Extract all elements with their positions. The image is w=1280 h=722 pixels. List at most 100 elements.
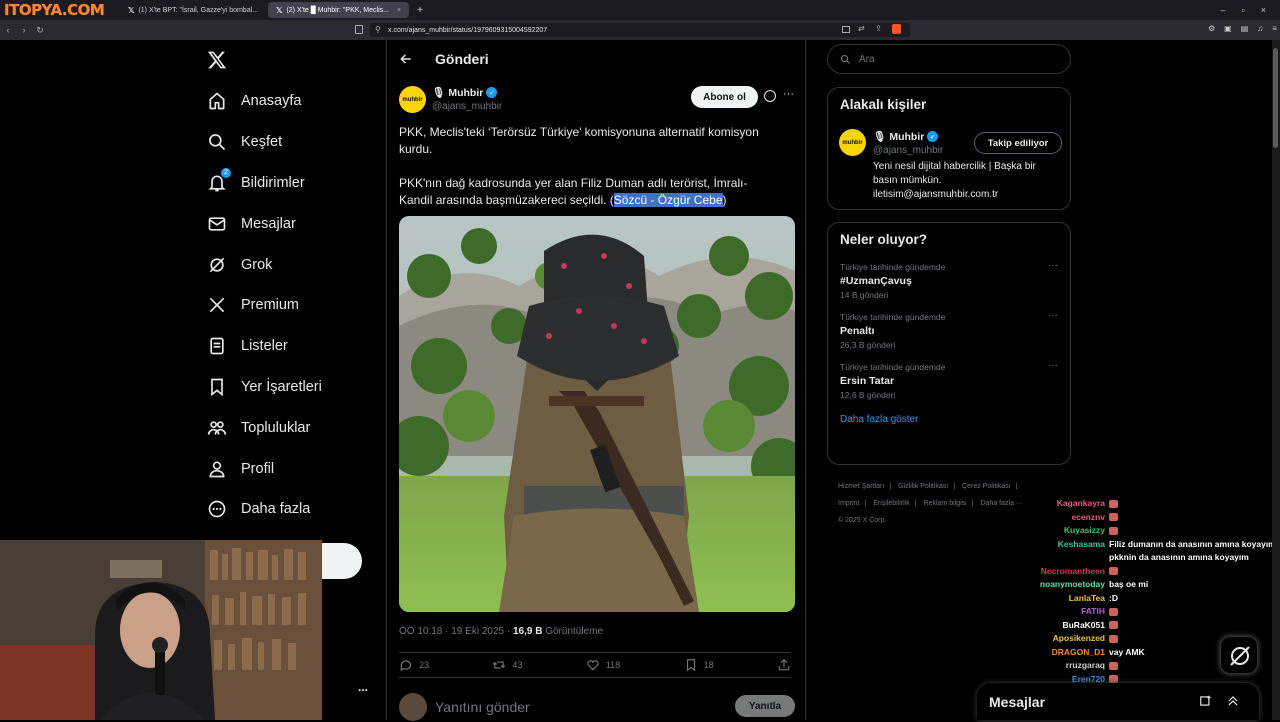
new-message-icon[interactable] <box>1199 694 1213 708</box>
chat-text: baş oe mi <box>1109 578 1280 592</box>
tweet-photo[interactable] <box>399 216 795 612</box>
nav-explore[interactable]: Keşfet <box>195 122 385 163</box>
tweet-detail-column: Gönderi muhbir 🎙 Muhbir ✓ @ajans_muhbir … <box>386 40 806 721</box>
person-icon <box>207 459 227 479</box>
nav-communities[interactable]: Topluluklar <box>195 407 385 448</box>
footer-link[interactable]: Erişilebilirlik <box>873 500 910 507</box>
footer-separator: | <box>1015 483 1018 490</box>
site-info-icon[interactable]: ⚲ <box>375 25 381 34</box>
nav-grok[interactable]: Grok <box>195 244 385 285</box>
nav-bookmarks[interactable]: Yer İşaretleri <box>195 367 385 408</box>
browser-tab[interactable]: 𝕏 (1) X'te BPT: "İsrail, Gazze'yi bombal… <box>120 2 266 18</box>
chat-username: Kagankayra <box>1056 498 1105 508</box>
tab-close-icon[interactable]: × <box>397 7 401 14</box>
messages-drawer-title: Mesajlar <box>989 693 1046 710</box>
heart-icon <box>586 658 600 672</box>
chat-username: BuRaK051 <box>1062 619 1105 630</box>
chat-username: DRAGON_D1 <box>1051 646 1105 657</box>
browser-tab-active[interactable]: 𝕏 (2) X'te █ Muhbir: "PKK, Meclis... × <box>267 2 410 18</box>
footer-link[interactable]: Imprint <box>838 500 859 507</box>
more-circle-icon <box>207 499 227 519</box>
bookmark-icon <box>684 658 698 672</box>
chat-emote-icon <box>1109 513 1118 522</box>
repost-button[interactable]: 43 <box>492 658 522 672</box>
search-input[interactable]: Ara <box>827 44 1071 74</box>
related-name[interactable]: Muhbir <box>889 131 924 143</box>
author-name[interactable]: Muhbir <box>448 87 483 99</box>
bookmark-button[interactable]: 18 <box>684 658 714 672</box>
trend-more-icon[interactable]: ··· <box>1048 310 1058 321</box>
nav-profile[interactable]: Profil <box>195 448 385 489</box>
screen-icon[interactable] <box>842 26 850 33</box>
nav-more[interactable]: Daha fazla <box>195 489 385 530</box>
nav-premium[interactable]: Premium <box>195 285 385 326</box>
avatar[interactable]: muhbir <box>399 86 426 113</box>
back-icon[interactable]: ‹ <box>0 25 16 35</box>
scrollbar-thumb[interactable] <box>1273 48 1278 148</box>
share-icon[interactable]: ⇪ <box>875 24 882 33</box>
reply-button[interactable]: 23 <box>399 658 429 672</box>
reply-input[interactable]: Yanıtını gönder <box>435 699 530 715</box>
bell-icon: 2 <box>207 167 231 193</box>
new-tab-button[interactable]: + <box>411 5 429 16</box>
source-mention[interactable]: Sözcü - Özgür Cebe <box>613 193 723 207</box>
forward-icon[interactable]: › <box>16 25 32 35</box>
like-button[interactable]: 118 <box>586 658 620 672</box>
wallet-icon[interactable]: ▤ <box>1241 24 1249 33</box>
bookmark-page-icon[interactable] <box>355 25 363 34</box>
chevron-up-icon[interactable] <box>1226 694 1240 708</box>
brave-shield-icon[interactable] <box>892 24 901 34</box>
reply-submit-button[interactable]: Yanıtla <box>735 695 795 717</box>
chat-username: noanymoetoday <box>1039 579 1105 589</box>
author-handle[interactable]: @ajans_muhbir <box>432 101 502 112</box>
back-arrow-icon[interactable] <box>399 52 413 66</box>
more-options-icon[interactable]: ··· <box>783 88 794 100</box>
tab-label: (1) X'te BPT: "İsrail, Gazze'yi bombal..… <box>138 6 258 14</box>
footer-link[interactable]: Hizmet Şartları <box>838 483 884 490</box>
extensions-icon[interactable]: ⚙ <box>1208 24 1215 33</box>
itopya-watermark-logo: ITOPYA.COM <box>4 1 105 19</box>
sidebar-toggle-icon[interactable]: ▣ <box>1224 24 1232 33</box>
nav-messages[interactable]: Mesajlar <box>195 203 385 244</box>
trend-item[interactable]: Türkiye tarihinde gündemde Penaltı 26,3 … <box>828 306 1070 356</box>
chat-text: :D <box>1109 592 1280 606</box>
footer-link[interactable]: Çerez Politikası <box>962 483 1011 490</box>
media-icon[interactable]: ♫ <box>1257 24 1263 33</box>
following-button[interactable]: Takip ediliyor <box>974 132 1062 154</box>
card-title: Neler oluyor? <box>840 232 928 247</box>
translate-icon[interactable]: ⇄ <box>858 24 865 33</box>
x-logo-icon[interactable] <box>207 50 227 70</box>
chat-username: Keshasama <box>1057 538 1105 549</box>
address-bar[interactable]: ⚲ x.com/ajans_muhbir/status/197960931500… <box>370 23 910 37</box>
account-more-icon[interactable]: ... <box>358 680 368 694</box>
chat-username: Kuyasizzy <box>1063 525 1105 535</box>
footer-link[interactable]: Reklam bilgisi <box>924 500 967 507</box>
nav-label: Grok <box>241 256 273 273</box>
nav-lists[interactable]: Listeler <box>195 326 385 367</box>
nav-home[interactable]: Anasayfa <box>195 81 385 122</box>
maximize-icon[interactable]: ▫ <box>1242 5 1245 15</box>
trend-item[interactable]: Türkiye tarihinde gündemde Ersin Tatar 1… <box>828 356 1070 406</box>
related-handle[interactable]: @ajans_muhbir <box>873 145 943 156</box>
avatar[interactable]: muhbir <box>839 129 866 156</box>
x-favicon-icon: 𝕏 <box>275 5 283 15</box>
share-button[interactable] <box>777 658 791 672</box>
tweet-timestamp[interactable]: ÖÖ 10:18 · 19 Eki 2025 · <box>399 626 513 637</box>
minimize-icon[interactable]: – <box>1221 5 1226 15</box>
nav-notifications[interactable]: 2 Bildirimler <box>195 163 385 204</box>
footer-link[interactable]: Gizlilik Politikası <box>898 483 948 490</box>
menu-icon[interactable]: ≡ <box>1272 24 1277 33</box>
messages-drawer[interactable]: Mesajlar <box>977 683 1259 720</box>
trend-item[interactable]: Türkiye tarihinde gündemde #UzmanÇavuş 1… <box>828 256 1070 306</box>
subscribe-button[interactable]: Abone ol <box>691 86 758 108</box>
trend-more-icon[interactable]: ··· <box>1048 260 1058 271</box>
tweet-author[interactable]: muhbir 🎙 Muhbir ✓ @ajans_muhbir <box>399 86 502 113</box>
reload-icon[interactable]: ↻ <box>32 25 48 36</box>
chat-emote-icon <box>1109 621 1118 630</box>
nav-label: Yer İşaretleri <box>241 378 322 395</box>
trend-more-icon[interactable]: ··· <box>1048 360 1058 371</box>
show-more-link[interactable]: Daha fazla göster <box>828 406 1070 433</box>
grok-floating-button[interactable] <box>1220 636 1258 674</box>
window-close-icon[interactable]: × <box>1261 5 1266 15</box>
grok-explain-icon[interactable] <box>764 90 776 102</box>
